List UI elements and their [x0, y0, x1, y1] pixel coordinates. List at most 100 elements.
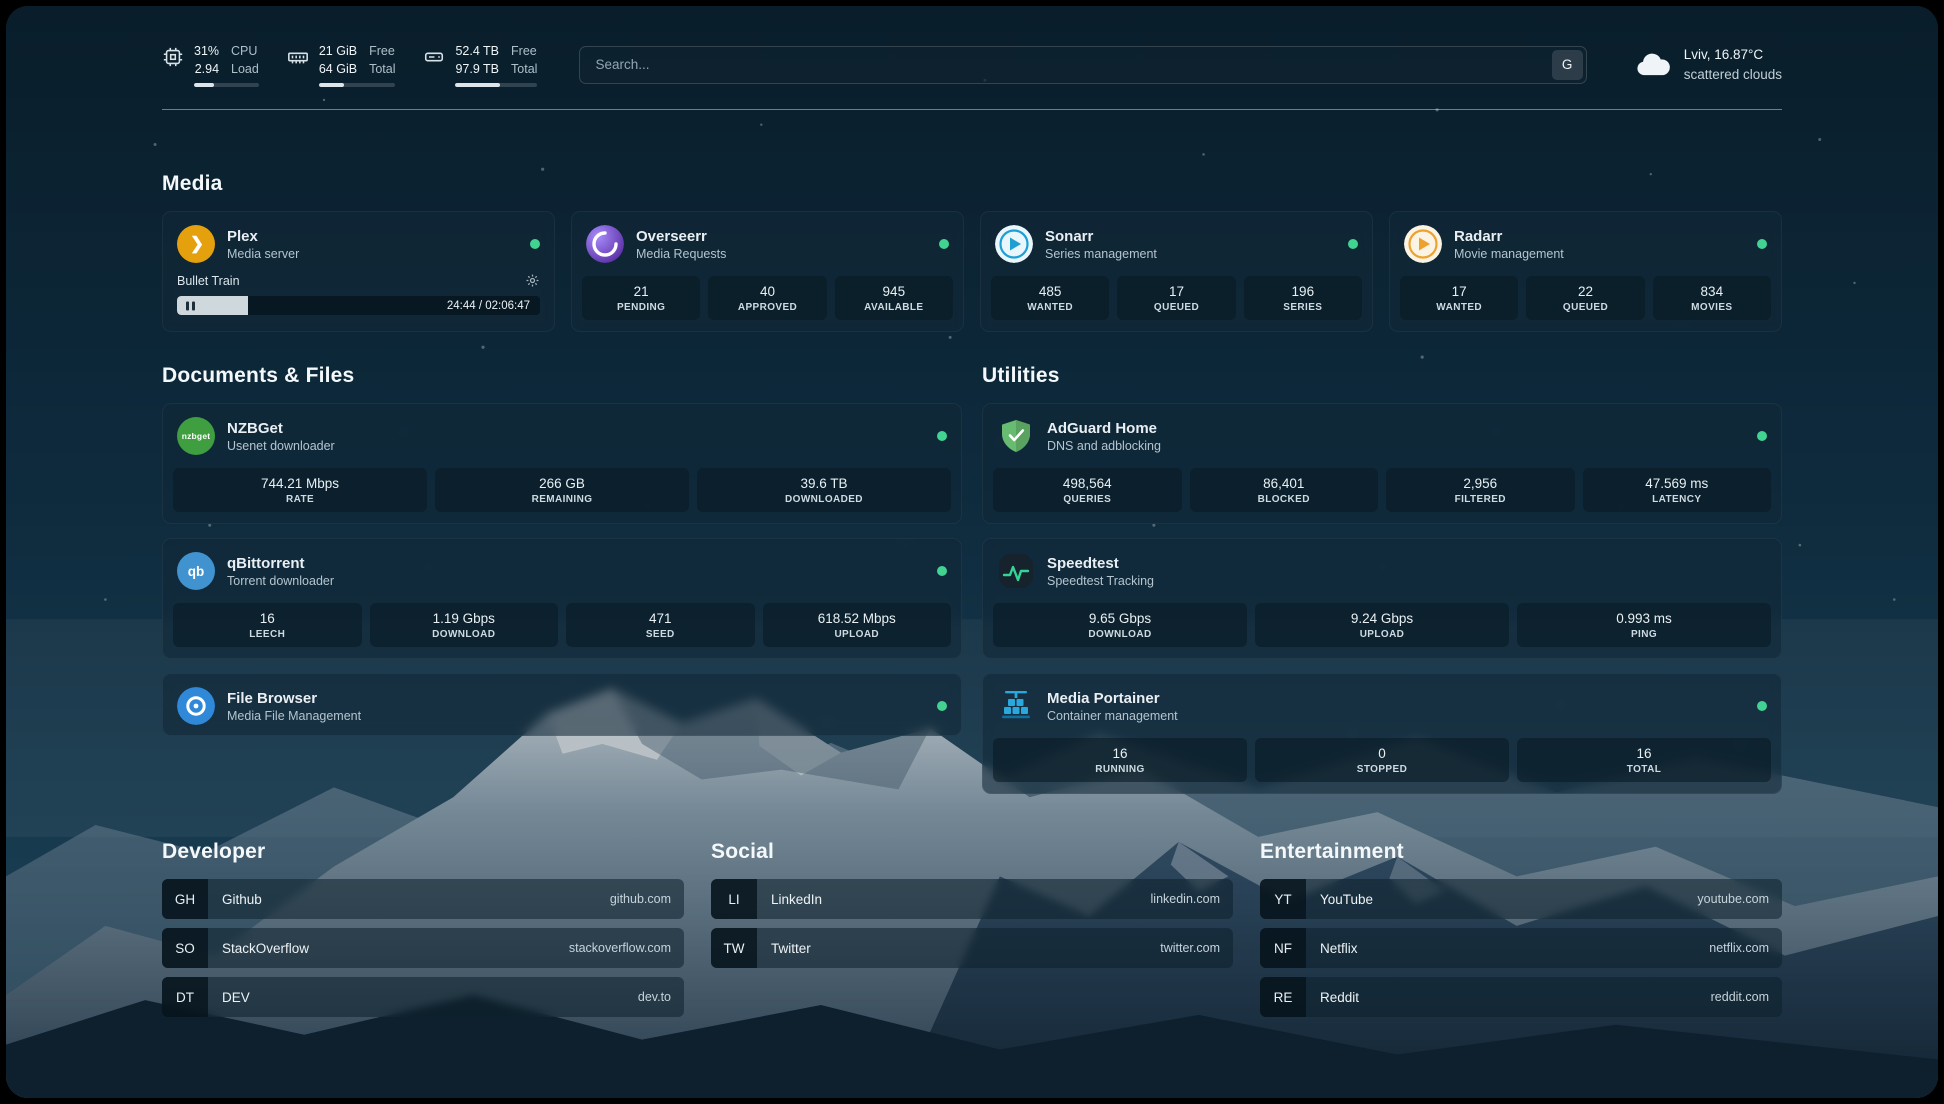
overseerr-link[interactable]: Overseerr Media Requests: [572, 212, 963, 273]
stat-label: UPLOAD: [1259, 629, 1505, 640]
bookmark-name: Netflix: [1320, 941, 1358, 956]
memory-total-value: 64 GiB: [319, 60, 357, 78]
bookmark-dev[interactable]: DT DEV dev.to: [162, 977, 684, 1017]
service-desc-radarr: Movie management: [1454, 247, 1564, 261]
bookmark-reddit[interactable]: RE Reddit reddit.com: [1260, 977, 1782, 1017]
speedtest-link[interactable]: Speedtest Speedtest Tracking: [983, 539, 1781, 600]
stat-value: 498,564: [997, 476, 1178, 491]
disk-widget: 52.4 TB 97.9 TB Free Total: [423, 42, 537, 87]
stat-box: 40APPROVED: [708, 276, 826, 320]
service-name-speedtest: Speedtest: [1047, 555, 1154, 572]
stat-label: MOVIES: [1657, 302, 1767, 313]
service-name-portainer: Media Portainer: [1047, 690, 1178, 707]
bookmark-github[interactable]: GH Github github.com: [162, 879, 684, 919]
stat-value: 266 GB: [439, 476, 685, 491]
bookmark-url: stackoverflow.com: [569, 941, 671, 955]
status-dot-adguard: [1757, 431, 1767, 441]
service-desc-speedtest: Speedtest Tracking: [1047, 574, 1154, 588]
stat-box: 17WANTED: [1400, 276, 1518, 320]
cpu-widget: 31% 2.94 CPU Load: [162, 42, 259, 87]
playback-progress-bar[interactable]: 24:44 / 02:06:47: [177, 296, 540, 315]
bookmark-group-title: Entertainment: [1260, 840, 1782, 864]
stat-box: 471SEED: [566, 603, 755, 647]
stat-box: 16LEECH: [173, 603, 362, 647]
stat-box: 86,401 BLOCKED: [1190, 468, 1379, 512]
gear-icon[interactable]: [525, 273, 540, 288]
stat-box: 16RUNNING: [993, 738, 1247, 782]
bookmark-group-social: Social LI LinkedIn linkedin.com TW Twitt…: [711, 840, 1233, 968]
bookmark-url: youtube.com: [1697, 892, 1769, 906]
search-input[interactable]: [583, 57, 1551, 72]
stat-value: 17: [1121, 284, 1231, 299]
memory-free-value: 21 GiB: [319, 42, 357, 60]
adguard-link[interactable]: AdGuard Home DNS and adblocking: [983, 404, 1781, 465]
stat-box: 22QUEUED: [1526, 276, 1644, 320]
service-card-filebrowser: File Browser Media File Management: [162, 673, 962, 736]
sonarr-link[interactable]: Sonarr Series management: [981, 212, 1372, 273]
bookmark-stackoverflow[interactable]: SO StackOverflow stackoverflow.com: [162, 928, 684, 968]
stat-box: 9.24 GbpsUPLOAD: [1255, 603, 1509, 647]
cpu-progress-bar: [194, 83, 259, 87]
service-card-sonarr: Sonarr Series management 485WANTED 17QUE…: [980, 211, 1373, 332]
bookmark-youtube[interactable]: YT YouTube youtube.com: [1260, 879, 1782, 919]
nzbget-icon: nzbget: [177, 417, 215, 455]
radarr-link[interactable]: Radarr Movie management: [1390, 212, 1781, 273]
bookmark-abbr: LI: [711, 879, 757, 919]
stat-label: PENDING: [586, 302, 696, 313]
stat-box: 498,564QUERIES: [993, 468, 1182, 512]
bookmark-group-entertainment: Entertainment YT YouTube youtube.com NF …: [1260, 840, 1782, 1017]
header-divider: [162, 109, 1782, 110]
service-name-overseerr: Overseerr: [636, 228, 726, 245]
service-desc-adguard: DNS and adblocking: [1047, 439, 1161, 453]
stat-value: 485: [995, 284, 1105, 299]
stat-value: 16: [997, 746, 1243, 761]
pause-icon[interactable]: [186, 301, 195, 310]
section-title-utilities: Utilities: [982, 364, 1782, 388]
qbittorrent-icon: qb: [177, 552, 215, 590]
resource-widgets: 31% 2.94 CPU Load: [162, 42, 537, 87]
stat-value: 86,401: [1194, 476, 1375, 491]
bookmark-twitter[interactable]: TW Twitter twitter.com: [711, 928, 1233, 968]
stat-label: DOWNLOAD: [374, 629, 555, 640]
nzbget-link[interactable]: nzbget NZBGet Usenet downloader: [163, 404, 961, 465]
stat-label: BLOCKED: [1194, 494, 1375, 505]
stat-label: QUEUED: [1121, 302, 1231, 313]
bookmark-name: Twitter: [771, 941, 811, 956]
status-dot-portainer: [1757, 701, 1767, 711]
stat-box: 196SERIES: [1244, 276, 1362, 320]
stat-box: 21PENDING: [582, 276, 700, 320]
status-dot-sonarr: [1348, 239, 1358, 249]
stat-value: 834: [1657, 284, 1767, 299]
bookmark-linkedin[interactable]: LI LinkedIn linkedin.com: [711, 879, 1233, 919]
stat-label: DOWNLOADED: [701, 494, 947, 505]
stat-box: 0STOPPED: [1255, 738, 1509, 782]
stat-value: 9.65 Gbps: [997, 611, 1243, 626]
plex-now-playing: Bullet Train 24:44 / 02:06:47: [163, 273, 554, 328]
search-provider-button[interactable]: G: [1552, 50, 1583, 80]
disk-total-value: 97.9 TB: [455, 60, 499, 78]
bookmark-name: YouTube: [1320, 892, 1373, 907]
plex-link[interactable]: ❯ Plex Media server: [163, 212, 554, 273]
service-card-speedtest: Speedtest Speedtest Tracking 9.65 GbpsDO…: [982, 538, 1782, 659]
memory-progress-bar: [319, 83, 396, 87]
stat-label: RATE: [177, 494, 423, 505]
stat-box: 17 QUEUED: [1117, 276, 1235, 320]
filebrowser-link[interactable]: File Browser Media File Management: [163, 674, 961, 735]
stat-box: 266 GBREMAINING: [435, 468, 689, 512]
service-name-nzbget: NZBGet: [227, 420, 335, 437]
sonarr-icon: [995, 225, 1033, 263]
qbittorrent-link[interactable]: qb qBittorrent Torrent downloader: [163, 539, 961, 600]
bookmark-group-developer: Developer GH Github github.com SO StackO…: [162, 840, 684, 1017]
service-name-sonarr: Sonarr: [1045, 228, 1157, 245]
portainer-link[interactable]: Media Portainer Container management: [983, 674, 1781, 735]
stat-box: 834 MOVIES: [1653, 276, 1771, 320]
stat-box: 618.52 MbpsUPLOAD: [763, 603, 952, 647]
stat-value: 1.19 Gbps: [374, 611, 555, 626]
weather-location: Lviv, 16.87°C: [1684, 45, 1782, 65]
stat-label: APPROVED: [712, 302, 822, 313]
status-dot-nzbget: [937, 431, 947, 441]
dashboard-content: 31% 2.94 CPU Load: [162, 6, 1782, 1051]
disk-total-label: Total: [511, 60, 537, 78]
bookmark-url: reddit.com: [1711, 990, 1769, 1004]
bookmark-netflix[interactable]: NF Netflix netflix.com: [1260, 928, 1782, 968]
